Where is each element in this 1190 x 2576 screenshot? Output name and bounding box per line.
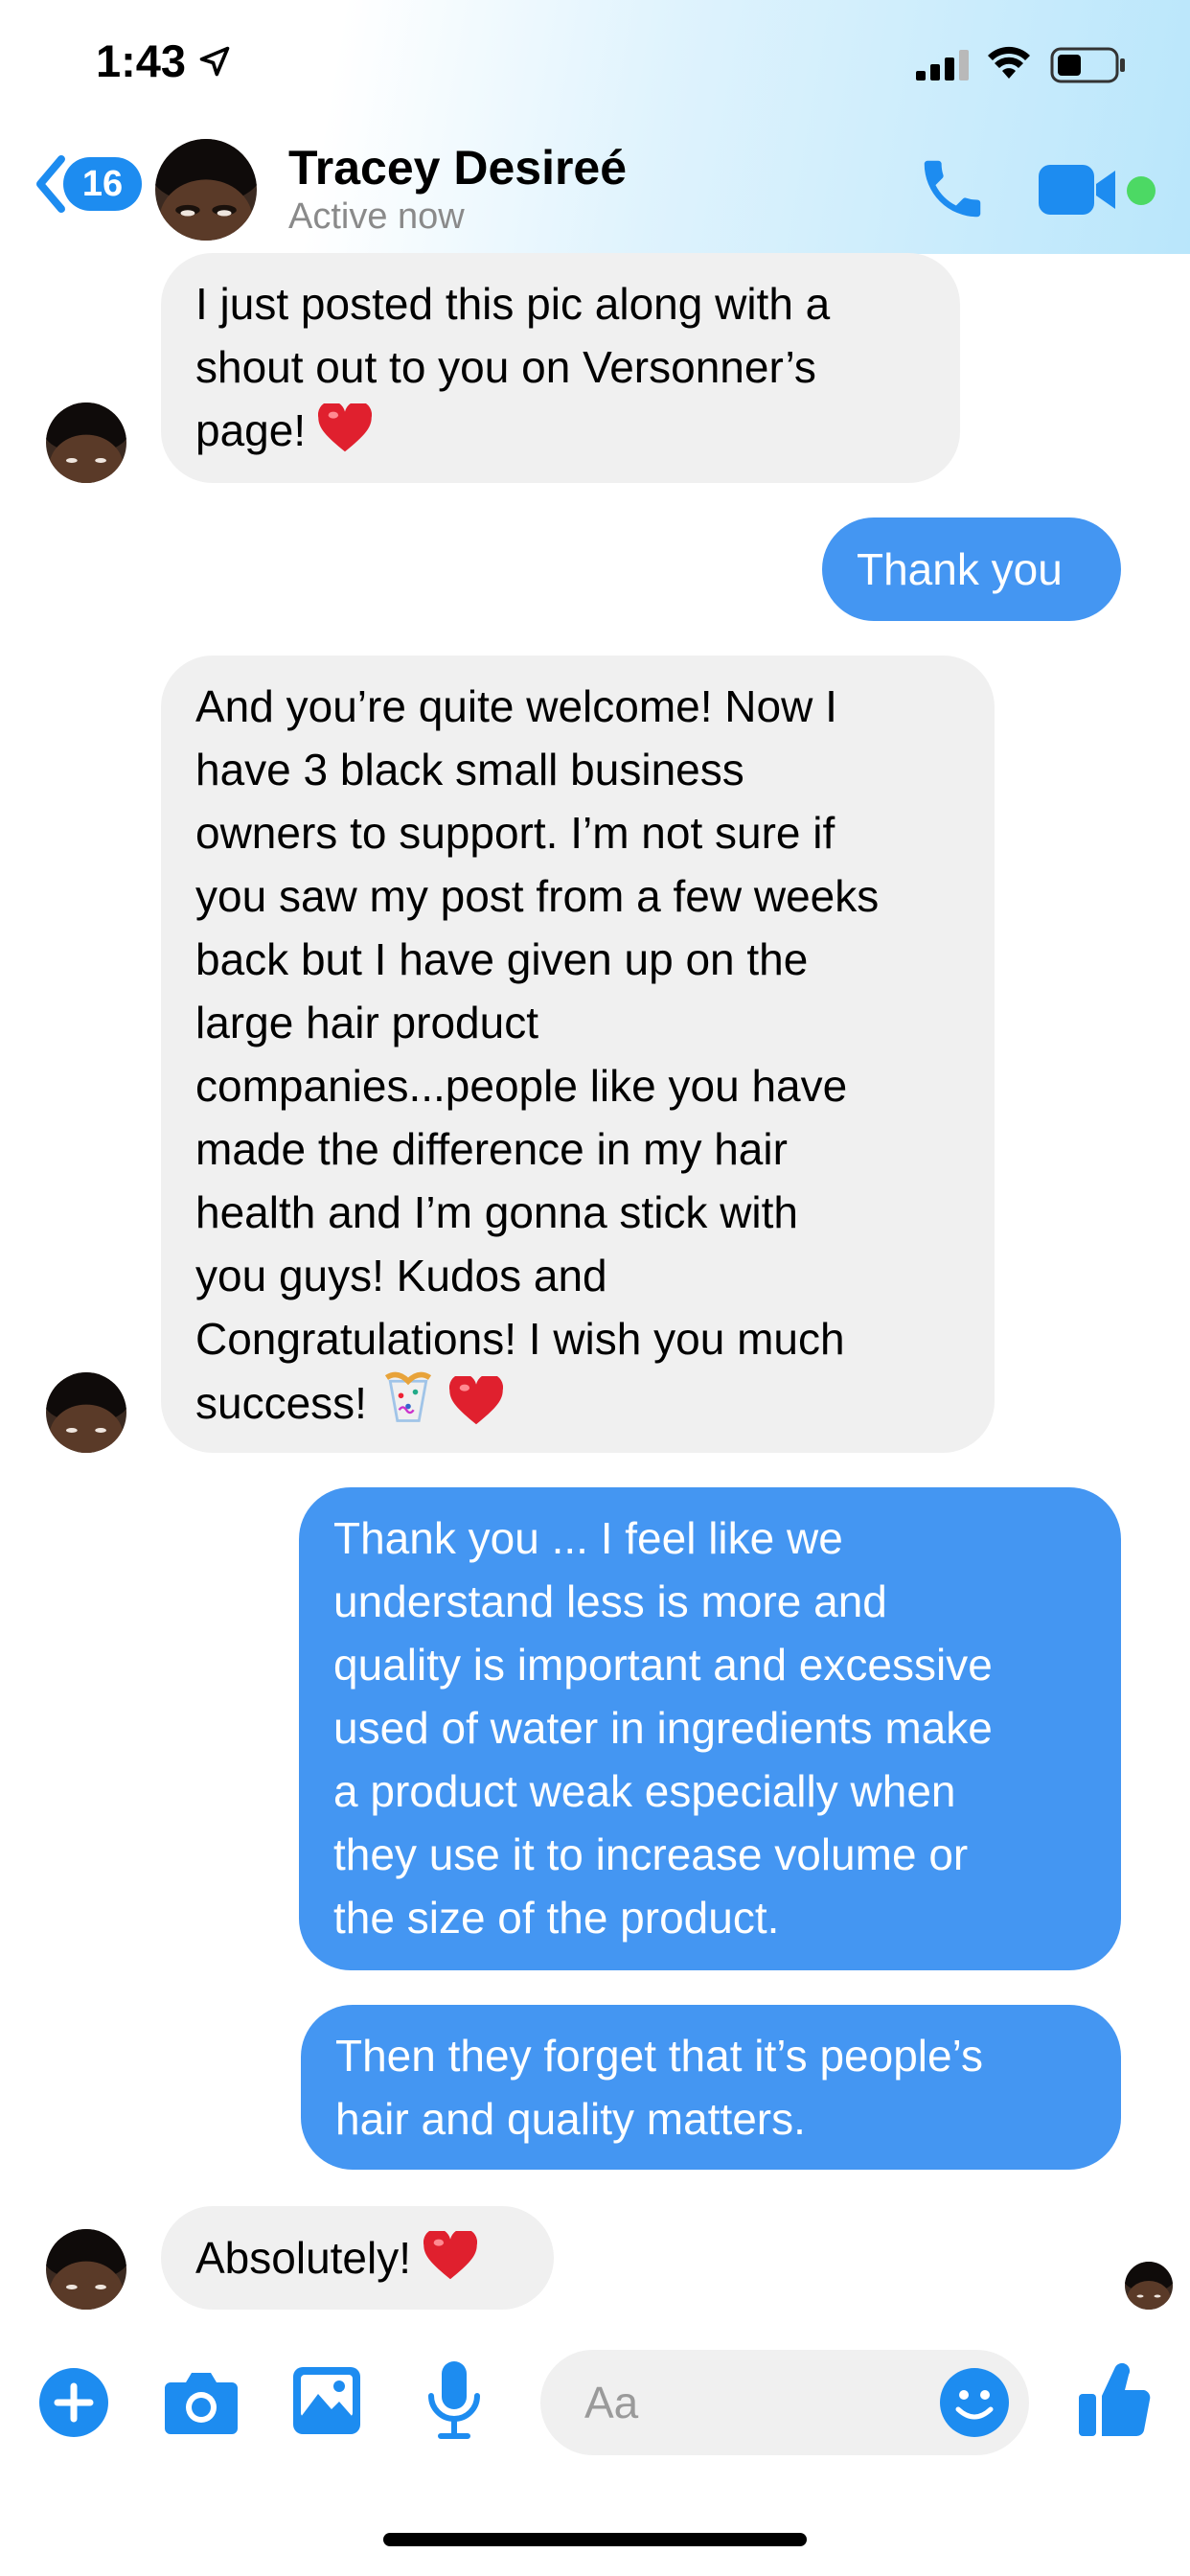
message-line: companies...people like you have — [195, 1061, 848, 1111]
chevron-left-icon — [36, 155, 65, 213]
online-indicator — [1127, 176, 1156, 205]
message-line: Congratulations! I wish you much — [195, 1314, 845, 1364]
microphone-icon[interactable] — [425, 2359, 483, 2442]
message-line: large hair product — [195, 998, 538, 1047]
camera-icon[interactable] — [163, 2367, 240, 2436]
thumbs-up-icon[interactable] — [1077, 2359, 1154, 2440]
message-line: page! — [195, 405, 307, 455]
contact-avatar[interactable] — [155, 139, 257, 241]
message-bubble-outgoing[interactable]: Then they forget that it’s people’s hair… — [301, 2005, 1121, 2170]
contact-avatar[interactable] — [46, 402, 126, 483]
message-line: Then they forget that it’s people’s — [335, 2031, 983, 2081]
emoji-icon[interactable] — [939, 2367, 1010, 2438]
read-receipt-avatar — [1125, 2262, 1173, 2310]
contact-active-status: Active now — [288, 196, 465, 237]
message-line: made the difference in my hair — [195, 1124, 788, 1174]
contact-name[interactable]: Tracey Desireé — [288, 140, 627, 196]
message-bubble-outgoing[interactable]: Thank you ... I feel like we understand … — [299, 1487, 1121, 1970]
message-line: And you’re quite welcome! Now I — [195, 681, 837, 731]
message-line: used of water in ingredients make — [333, 1703, 993, 1753]
status-time: 1:43 — [96, 35, 187, 86]
wifi-icon — [988, 46, 1030, 79]
heart-emoji-icon — [423, 2231, 477, 2280]
message-line: have 3 black small business — [195, 745, 744, 794]
message-line: hair and quality matters. — [335, 2094, 806, 2144]
message-line: health and I’m gonna stick with — [195, 1187, 799, 1237]
message-line: they use it to increase volume or — [333, 1829, 969, 1879]
message-bubble-incoming[interactable]: I just posted this pic along with a shou… — [161, 253, 960, 483]
message-line: understand less is more and — [333, 1576, 887, 1626]
unread-count-badge: 16 — [63, 157, 142, 211]
message-line: Thank you — [857, 544, 1063, 594]
message-line: quality is important and excessive — [333, 1640, 993, 1690]
contact-avatar[interactable] — [46, 2229, 126, 2310]
message-bubble-incoming[interactable]: Absolutely! — [161, 2206, 554, 2310]
confetti-emoji-icon — [384, 1371, 431, 1422]
battery-icon — [1050, 47, 1125, 83]
signal-icon — [916, 50, 969, 80]
contact-avatar[interactable] — [46, 1372, 126, 1453]
heart-emoji-icon — [448, 1376, 503, 1425]
photo-icon[interactable] — [291, 2365, 362, 2436]
message-line: the size of the product. — [333, 1893, 780, 1943]
message-line: you guys! Kudos and — [195, 1251, 607, 1300]
heart-emoji-icon — [317, 403, 372, 452]
message-line: shout out to you on Versonner’s — [195, 342, 816, 392]
message-line: Thank you ... I feel like we — [333, 1513, 843, 1563]
message-line: you saw my post from a few weeks — [195, 871, 880, 921]
home-indicator[interactable] — [383, 2533, 807, 2546]
back-button[interactable]: 16 — [34, 153, 142, 215]
plus-icon[interactable] — [38, 2367, 109, 2438]
message-line: back but I have given up on the — [195, 934, 809, 984]
message-bubble-incoming[interactable]: And you’re quite welcome! Now I have 3 b… — [161, 656, 995, 1453]
message-line: a product weak especially when — [333, 1766, 956, 1816]
location-arrow-icon — [199, 46, 230, 77]
message-line: success! — [195, 1378, 367, 1428]
message-bubble-outgoing[interactable]: Thank you — [822, 518, 1121, 621]
video-camera-icon[interactable] — [1039, 163, 1117, 217]
phone-icon[interactable] — [915, 151, 990, 226]
message-line: owners to support. I’m not sure if — [195, 808, 835, 858]
message-line: I just posted this pic along with a — [195, 279, 831, 329]
message-line: Absolutely! — [195, 2233, 412, 2283]
